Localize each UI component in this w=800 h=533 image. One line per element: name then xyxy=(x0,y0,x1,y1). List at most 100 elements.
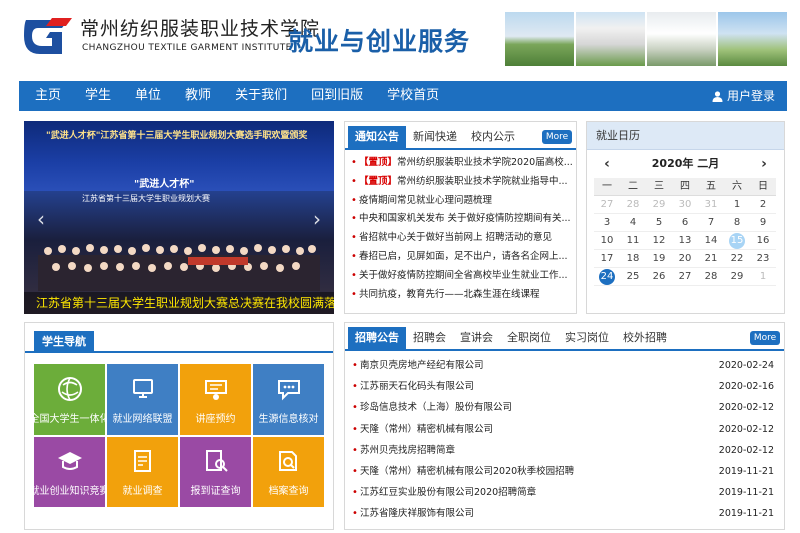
nav-employers[interactable]: 单位 xyxy=(123,81,173,111)
calendar-day[interactable]: 14 xyxy=(698,232,724,250)
guide-tile[interactable]: 生源信息核对 xyxy=(252,363,325,436)
calendar-day[interactable]: 27 xyxy=(672,268,698,286)
calendar-day[interactable]: 25 xyxy=(620,268,646,286)
student-guide-panel: 学生导航 全国大学生一体化 就业网络联盟 讲座预约 生源信息核对 就业创业知识竞赛 就业调… xyxy=(24,322,334,530)
calendar-day[interactable]: 28 xyxy=(620,196,646,214)
notice-item-text: 共同抗疫，教育先行——北森生涯在线课程 xyxy=(359,288,540,300)
job-item[interactable]: 苏州贝壳找房招聘简章 2020-02-12 xyxy=(350,440,774,461)
calendar-day[interactable]: 20 xyxy=(672,250,698,268)
guide-tile[interactable]: 报到证查询 xyxy=(179,436,252,508)
notice-item[interactable]: 【置顶】常州纺织服装职业技术学院就业指导中... xyxy=(349,173,572,192)
notice-item[interactable]: 中央和国家机关发布 关于做好疫情防控期间有关... xyxy=(349,210,572,229)
calendar-day[interactable]: 10 xyxy=(594,232,620,250)
calendar-day[interactable]: 17 xyxy=(594,250,620,268)
notice-more-button[interactable]: More xyxy=(542,130,572,144)
guide-tile-label: 就业网络联盟 xyxy=(112,414,173,425)
calendar-day[interactable]: 29 xyxy=(646,196,672,214)
calendar-weekday: 三 xyxy=(646,178,672,196)
calendar-day-number: 27 xyxy=(678,271,692,282)
calendar-day[interactable]: 22 xyxy=(724,250,750,268)
calendar-prev-month[interactable]: ‹ xyxy=(597,150,617,178)
pinned-tag: 【置顶】 xyxy=(359,175,398,187)
tab-internships[interactable]: 实习岗位 xyxy=(558,327,616,349)
slide-banner-text: "武进人才杯"江苏省第十三届大学生职业规划大赛选手职欢暨颁奖 xyxy=(46,131,308,141)
tab-job-fairs[interactable]: 招聘会 xyxy=(406,327,453,349)
guide-tile[interactable]: 全国大学生一体化 xyxy=(30,363,110,436)
calendar-day[interactable]: 7 xyxy=(698,214,724,232)
tab-recruit-notices[interactable]: 招聘公告 xyxy=(348,327,406,349)
job-item[interactable]: 天隆（常州）精密机械有限公司2020秋季校园招聘 2019-11-21 xyxy=(350,461,774,482)
job-item[interactable]: 天隆（常州）精密机械有限公司 2020-02-12 xyxy=(350,419,774,440)
calendar-day[interactable]: 24 xyxy=(594,268,620,286)
nav-school-home[interactable]: 学校首页 xyxy=(375,81,451,111)
job-item[interactable]: 南京贝壳房地产经纪有限公司 2020-02-24 xyxy=(350,355,774,376)
calendar-day[interactable]: 19 xyxy=(646,250,672,268)
calendar-day[interactable]: 27 xyxy=(594,196,620,214)
guide-tile[interactable]: 就业调查 xyxy=(106,436,179,508)
calendar-day[interactable]: 18 xyxy=(620,250,646,268)
guide-tile[interactable]: 就业创业知识竞赛 xyxy=(30,436,110,508)
calendar-day[interactable]: 9 xyxy=(750,214,776,232)
notice-item[interactable]: 共同抗疫，教育先行——北森生涯在线课程 xyxy=(349,286,572,305)
slide-caption[interactable]: 江苏省第十三届大学生职业规划大赛总决赛在我校圆满落 xyxy=(24,292,334,314)
job-item[interactable]: 江苏省隆庆祥服饰有限公司 2019-11-21 xyxy=(350,503,774,524)
nav-about[interactable]: 关于我们 xyxy=(223,81,299,111)
calendar-grid: 一二三四五六日 27 28 29 30 31 1 2 3 4 5 6 7 8 9 10 11 12 13 14 15 16… xyxy=(594,178,784,286)
tab-external-recruit[interactable]: 校外招聘 xyxy=(616,327,674,349)
guide-tile[interactable]: 档案查询 xyxy=(252,436,325,508)
nav-old-version[interactable]: 回到旧版 xyxy=(299,81,375,111)
tab-campus-public[interactable]: 校内公示 xyxy=(464,126,522,148)
calendar-day-number: 13 xyxy=(678,235,692,246)
job-item[interactable]: 珍岛信息技术（上海）股份有限公司 2020-02-12 xyxy=(350,397,774,418)
calendar-day[interactable]: 5 xyxy=(646,214,672,232)
job-item-date: 2020-02-12 xyxy=(718,423,774,435)
calendar-day[interactable]: 1 xyxy=(750,268,776,286)
calendar-day[interactable]: 16 xyxy=(750,232,776,250)
tab-notices[interactable]: 通知公告 xyxy=(348,126,406,148)
notice-item[interactable]: 疫情期间常见就业心理问题梳理 xyxy=(349,192,572,211)
calendar-next-month[interactable]: › xyxy=(754,150,774,178)
calendar-day[interactable]: 6 xyxy=(672,214,698,232)
slider-prev-arrow[interactable]: ‹ xyxy=(32,207,50,231)
calendar-day[interactable]: 2 xyxy=(750,196,776,214)
notice-item[interactable]: 省招就中心关于做好当前网上 招聘活动的意见 xyxy=(349,229,572,248)
calendar-day[interactable]: 13 xyxy=(672,232,698,250)
calendar-day[interactable]: 3 xyxy=(594,214,620,232)
login-link[interactable]: 用户登录 xyxy=(712,81,775,111)
calendar-day[interactable]: 4 xyxy=(620,214,646,232)
guide-tile[interactable]: 就业网络联盟 xyxy=(106,363,179,436)
tab-fulltime-jobs[interactable]: 全职岗位 xyxy=(500,327,558,349)
calendar-day[interactable]: 1 xyxy=(724,196,750,214)
school-logo[interactable] xyxy=(22,14,74,58)
calendar-day[interactable]: 11 xyxy=(620,232,646,250)
calendar-day-number: 29 xyxy=(730,271,744,282)
calendar-day[interactable]: 30 xyxy=(672,196,698,214)
notice-item[interactable]: 春招已启，见屏如面，足不出户，请各名企网上... xyxy=(349,248,572,267)
notice-item[interactable]: 【置顶】常州纺织服装职业技术学院2020届高校... xyxy=(349,154,572,173)
calendar-day[interactable]: 26 xyxy=(646,268,672,286)
job-item[interactable]: 江苏丽天石化码头有限公司 2020-02-16 xyxy=(350,376,774,397)
slider-next-arrow[interactable]: › xyxy=(308,207,326,231)
news-slider[interactable]: "武进人才杯"江苏省第十三届大学生职业规划大赛选手职欢暨颁奖 "武进人才杯" 江… xyxy=(24,121,334,314)
nav-students[interactable]: 学生 xyxy=(73,81,123,111)
tab-news[interactable]: 新闻快递 xyxy=(406,126,464,148)
job-item[interactable]: 江苏红豆实业股份有限公司2020招聘简章 2019-11-21 xyxy=(350,482,774,503)
calendar-day[interactable]: 28 xyxy=(698,268,724,286)
nav-home[interactable]: 主页 xyxy=(19,81,73,111)
calendar-day[interactable]: 21 xyxy=(698,250,724,268)
calendar-day[interactable]: 29 xyxy=(724,268,750,286)
guide-tile[interactable]: 讲座预约 xyxy=(179,363,252,436)
calendar-title: 就业日历 xyxy=(587,122,784,150)
calendar-weekday: 二 xyxy=(620,178,646,196)
nav-teachers[interactable]: 教师 xyxy=(173,81,223,111)
user-icon xyxy=(712,90,723,102)
login-label: 用户登录 xyxy=(726,89,775,103)
notice-item[interactable]: 关于做好疫情防控期间全省高校毕业生就业工作... xyxy=(349,267,572,286)
calendar-day[interactable]: 31 xyxy=(698,196,724,214)
calendar-day[interactable]: 8 xyxy=(724,214,750,232)
calendar-day[interactable]: 23 xyxy=(750,250,776,268)
jobs-more-button[interactable]: More xyxy=(750,331,780,345)
calendar-day[interactable]: 12 xyxy=(646,232,672,250)
tab-info-sessions[interactable]: 宣讲会 xyxy=(453,327,500,349)
calendar-day[interactable]: 15 xyxy=(724,232,750,250)
